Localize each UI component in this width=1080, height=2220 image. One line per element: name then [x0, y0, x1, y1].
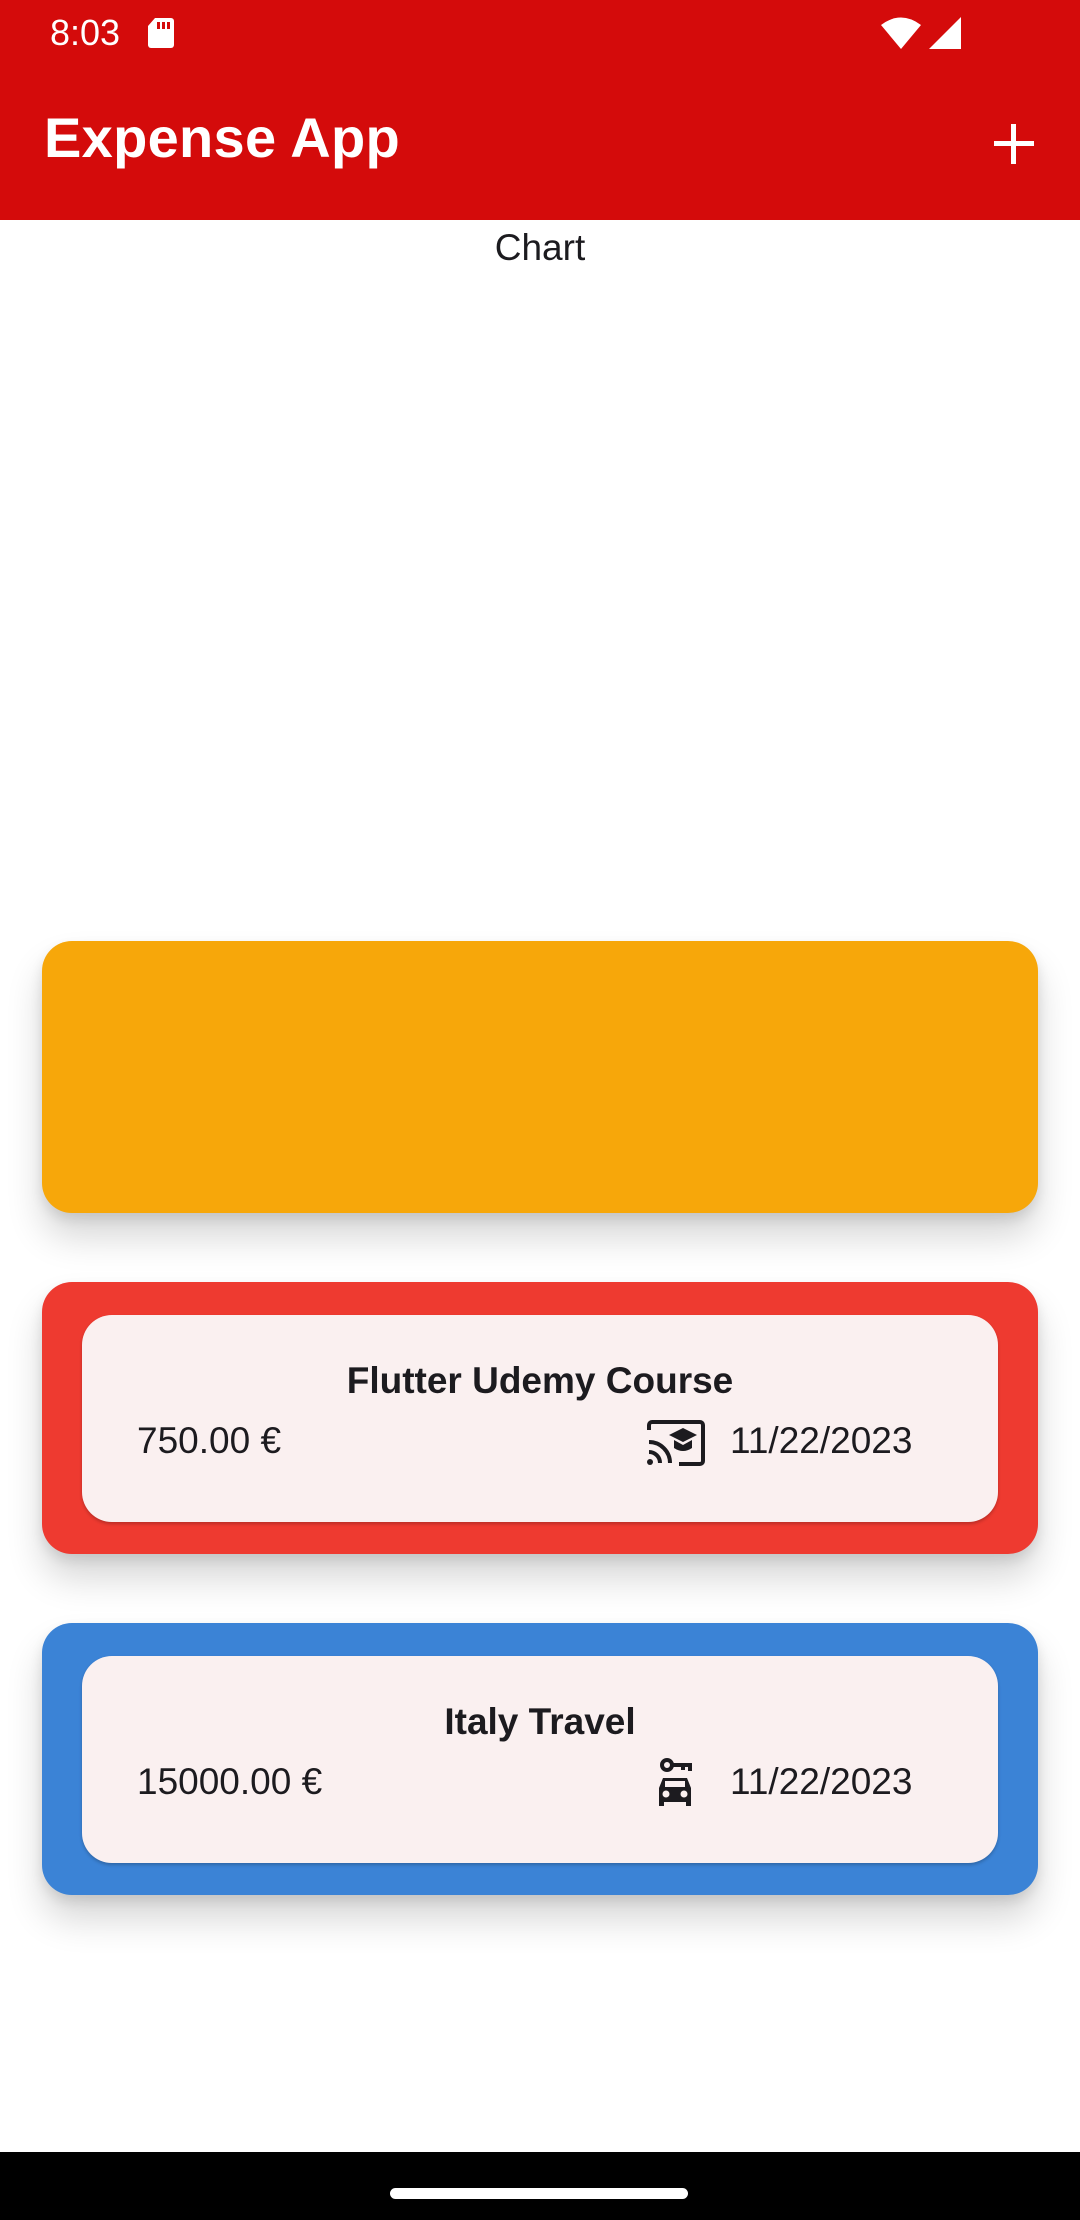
home-indicator[interactable] [390, 2188, 688, 2199]
expense-card[interactable] [42, 941, 1038, 1213]
chart-label: Chart [494, 227, 586, 268]
add-icon[interactable] [988, 118, 1040, 170]
cast-for-education-icon [647, 1420, 705, 1466]
expense-card-content: Flutter Udemy Course 750.00 € 11/22/2023 [82, 1315, 998, 1522]
screen: 8:03 Expense App Chart Flutter Udemy Cou… [0, 0, 1080, 2220]
expense-card[interactable]: Italy Travel 15000.00 € 11/22/2023 [42, 1623, 1038, 1895]
status-time: 8:03 [50, 12, 121, 53]
cell-signal-icon [929, 17, 961, 49]
status-bar: 8:03 [0, 0, 1080, 66]
expense-amount: 15000.00 € [137, 1761, 323, 1802]
top-bar: 8:03 Expense App [0, 0, 1080, 220]
chart-area: Chart [0, 220, 1080, 940]
expense-title: Italy Travel [444, 1701, 636, 1742]
expense-title: Flutter Udemy Course [346, 1360, 734, 1401]
expense-card-content: Italy Travel 15000.00 € 11/22/2023 [82, 1656, 998, 1863]
wifi-icon [881, 17, 921, 49]
sd-card-icon [148, 18, 174, 48]
expense-card[interactable]: Flutter Udemy Course 750.00 € 11/22/2023 [42, 1282, 1038, 1554]
expense-amount: 750.00 € [137, 1420, 282, 1461]
expense-date: 11/22/2023 [730, 1761, 913, 1802]
car-rental-icon [659, 1758, 692, 1806]
navigation-bar [0, 2152, 1080, 2220]
app-title: Expense App [44, 106, 400, 169]
app-bar: Expense App [0, 66, 1080, 220]
expense-date: 11/22/2023 [730, 1420, 913, 1461]
